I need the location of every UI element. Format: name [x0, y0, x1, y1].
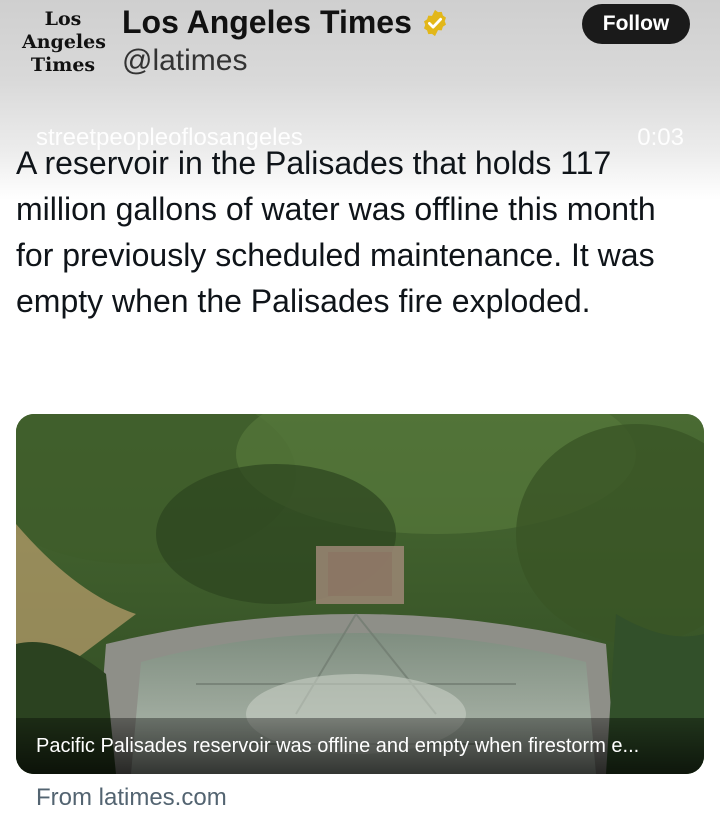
link-card-caption[interactable]: Pacific Palisades reservoir was offline … — [16, 735, 639, 758]
logo-line-3: Times — [30, 54, 96, 76]
latimes-logo[interactable]: Los Angeles Times — [22, 8, 106, 80]
link-card-caption-bar: Pacific Palisades reservoir was offline … — [16, 718, 704, 774]
link-card-image[interactable]: Pacific Palisades reservoir was offline … — [16, 414, 704, 774]
tweet-screen: Los Angeles Times Los Angeles Times @lat… — [0, 0, 720, 821]
account-handle[interactable]: @latimes — [122, 44, 247, 78]
tweet-text: A reservoir in the Palisades that holds … — [16, 145, 656, 319]
logo-line-1: Los — [44, 8, 82, 30]
verified-gold-check-icon — [423, 9, 446, 36]
logo-line-2: Angeles — [22, 31, 106, 53]
account-name[interactable]: Los Angeles Times — [122, 4, 412, 41]
follow-button[interactable]: Follow — [582, 4, 690, 44]
account-name-row[interactable]: Los Angeles Times — [122, 4, 450, 41]
link-source[interactable]: From latimes.com — [36, 784, 227, 812]
